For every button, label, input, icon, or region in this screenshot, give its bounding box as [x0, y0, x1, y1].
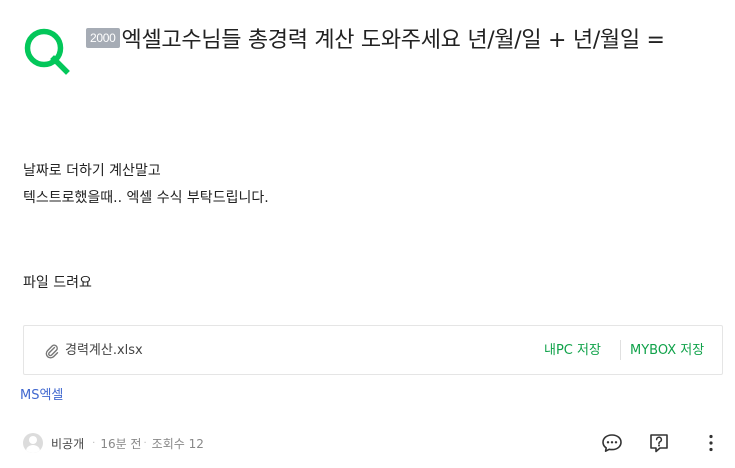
question-title: 2000 엑셀고수님들 총경력 계산 도와주세요 년/월/일 + 년/월일 = [86, 24, 716, 57]
comment-icon[interactable] [601, 432, 623, 454]
view-count: 조회수 12 [151, 436, 204, 451]
question-meta: 비공개 · 16분 전 · 조회수 12 [23, 432, 204, 454]
body-line: 날짜로 더하기 계산말고 [23, 163, 161, 179]
more-icon[interactable] [700, 432, 722, 454]
question-q-icon [24, 28, 70, 75]
paperclip-icon [45, 344, 59, 359]
body-line: 파일 드려요 [23, 275, 92, 291]
question-body: 날짜로 더하기 계산말고 텍스트로했을때.. 엑셀 수식 부탁드립니다. [23, 158, 713, 212]
category-tag[interactable]: MS엑셀 [20, 387, 63, 405]
divider [620, 340, 621, 360]
attachment-box: 경력계산.xlsx 내PC 저장 MYBOX 저장 [23, 325, 723, 375]
attachment-file-name[interactable]: 경력계산.xlsx [65, 342, 143, 360]
post-time: 16분 전 [100, 436, 142, 451]
question-icon[interactable] [648, 432, 670, 454]
tag-text: MS엑셀 [20, 388, 64, 403]
body-line: 텍스트로했을때.. 엑셀 수식 부탁드립니다. [23, 190, 269, 206]
save-to-pc-button[interactable]: 내PC 저장 [544, 342, 601, 360]
author-name: 비공개 [51, 436, 85, 451]
question-title-text: 엑셀고수님들 총경력 계산 도와주세요 년/월/일 + 년/월일 = [121, 28, 665, 53]
save-to-mybox-button[interactable]: MYBOX 저장 [630, 342, 704, 360]
point-badge: 2000 [86, 28, 120, 48]
avatar-icon [23, 433, 43, 453]
separator-dot: · [92, 437, 96, 449]
separator-dot: · [143, 437, 147, 449]
